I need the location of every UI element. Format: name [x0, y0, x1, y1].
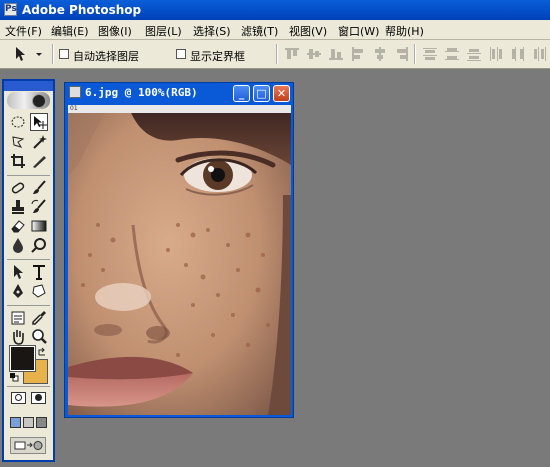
history-brush-icon[interactable] [30, 198, 48, 216]
full-screen-menu-icon[interactable] [23, 417, 34, 428]
standard-mode-icon[interactable] [11, 392, 26, 404]
adobe-online-icon[interactable] [7, 92, 50, 109]
magic-wand-icon[interactable] [30, 133, 48, 151]
marquee-icon[interactable] [9, 113, 27, 131]
toolbox-title-bar[interactable] [4, 81, 53, 91]
menu-edit[interactable]: 编辑(E) [51, 23, 89, 39]
app-title-bar: Ps Adobe Photoshop [0, 0, 550, 20]
full-screen-icon[interactable] [36, 417, 47, 428]
distribute-left-icon[interactable] [488, 46, 504, 62]
move-icon[interactable] [30, 113, 48, 131]
menu-file[interactable]: 文件(F) [5, 23, 42, 39]
close-button[interactable]: ✕ [273, 85, 290, 102]
options-separator [52, 44, 54, 64]
options-bar: 自动选择图层 显示定界框 [0, 40, 550, 69]
shape-icon[interactable] [30, 282, 48, 300]
distribute-vertical-center-icon[interactable] [444, 46, 460, 62]
show-bounding-box-label: 显示定界框 [190, 50, 245, 63]
menu-layer[interactable]: 图层(L) [145, 23, 182, 39]
slice-icon[interactable] [30, 152, 48, 170]
photoshop-app-icon[interactable]: Ps [4, 3, 17, 16]
move-tool-preset-icon [16, 47, 42, 61]
align-top-icon[interactable] [284, 46, 300, 62]
menu-select[interactable]: 选择(S) [193, 23, 231, 39]
tool-preset-picker[interactable] [10, 45, 46, 63]
healing-brush-icon[interactable] [9, 179, 27, 197]
align-right-icon[interactable] [394, 46, 410, 62]
menu-image[interactable]: 图像(I) [98, 23, 132, 39]
image-info-text: 01 [70, 105, 78, 112]
menu-view[interactable]: 视图(V) [289, 23, 327, 39]
toolbox [2, 79, 55, 462]
foreground-color-swatch[interactable] [9, 345, 36, 372]
options-separator [414, 44, 416, 64]
quick-mask-icon[interactable] [31, 392, 46, 404]
distribute-horizontal-center-icon[interactable] [510, 46, 526, 62]
clone-stamp-icon[interactable] [9, 198, 27, 216]
auto-select-layer-checkbox[interactable] [59, 49, 69, 59]
options-separator [276, 44, 278, 64]
menu-filter[interactable]: 滤镜(T) [241, 23, 278, 39]
align-bottom-icon[interactable] [328, 46, 344, 62]
menu-help[interactable]: 帮助(H) [385, 23, 424, 39]
portrait-photo [68, 105, 291, 415]
toolbox-separator [7, 386, 50, 387]
maximize-button[interactable]: □ [253, 85, 270, 102]
standard-screen-icon[interactable] [10, 417, 21, 428]
toolbox-separator [7, 259, 50, 260]
align-horizontal-center-icon[interactable] [372, 46, 388, 62]
distribute-bottom-icon[interactable] [466, 46, 482, 62]
image-canvas[interactable]: 01 [68, 105, 291, 415]
dodge-icon[interactable] [30, 236, 48, 254]
eraser-icon[interactable] [9, 217, 27, 235]
eyedropper-icon[interactable] [30, 309, 48, 327]
toolbox-separator [7, 305, 50, 306]
align-left-icon[interactable] [350, 46, 366, 62]
default-colors-icon[interactable] [9, 372, 19, 382]
auto-select-layer-label: 自动选择图层 [73, 50, 139, 63]
lasso-icon[interactable] [9, 133, 27, 151]
menu-window[interactable]: 窗口(W) [338, 23, 379, 39]
align-vertical-center-icon[interactable] [306, 46, 322, 62]
minimize-button[interactable]: _ [233, 85, 250, 102]
blur-icon[interactable] [9, 236, 27, 254]
menu-bar: 文件(F) 编辑(E) 图像(I) 图层(L) 选择(S) 滤镜(T) 视图(V… [0, 20, 550, 40]
hand-icon[interactable] [9, 328, 27, 346]
show-bounding-box-checkbox[interactable] [176, 49, 186, 59]
swap-colors-icon[interactable] [37, 347, 47, 357]
document-icon[interactable] [69, 86, 81, 98]
zoom-icon[interactable] [30, 328, 48, 346]
image-info-strip: 01 [68, 105, 291, 113]
document-title: 6.jpg @ 100%(RGB) [85, 86, 198, 99]
pen-icon[interactable] [9, 282, 27, 300]
jump-to-imageready-icon[interactable] [10, 437, 46, 454]
brush-icon[interactable] [30, 179, 48, 197]
document-window: 6.jpg @ 100%(RGB) _ □ ✕ 01 [64, 82, 294, 418]
crop-icon[interactable] [9, 152, 27, 170]
toolbox-separator [7, 175, 50, 176]
distribute-right-icon[interactable] [532, 46, 548, 62]
type-icon[interactable] [30, 263, 48, 281]
gradient-icon[interactable] [30, 217, 48, 235]
path-select-icon[interactable] [9, 263, 27, 281]
distribute-top-icon[interactable] [422, 46, 438, 62]
app-title: Adobe Photoshop [22, 3, 142, 17]
notes-icon[interactable] [9, 309, 27, 327]
